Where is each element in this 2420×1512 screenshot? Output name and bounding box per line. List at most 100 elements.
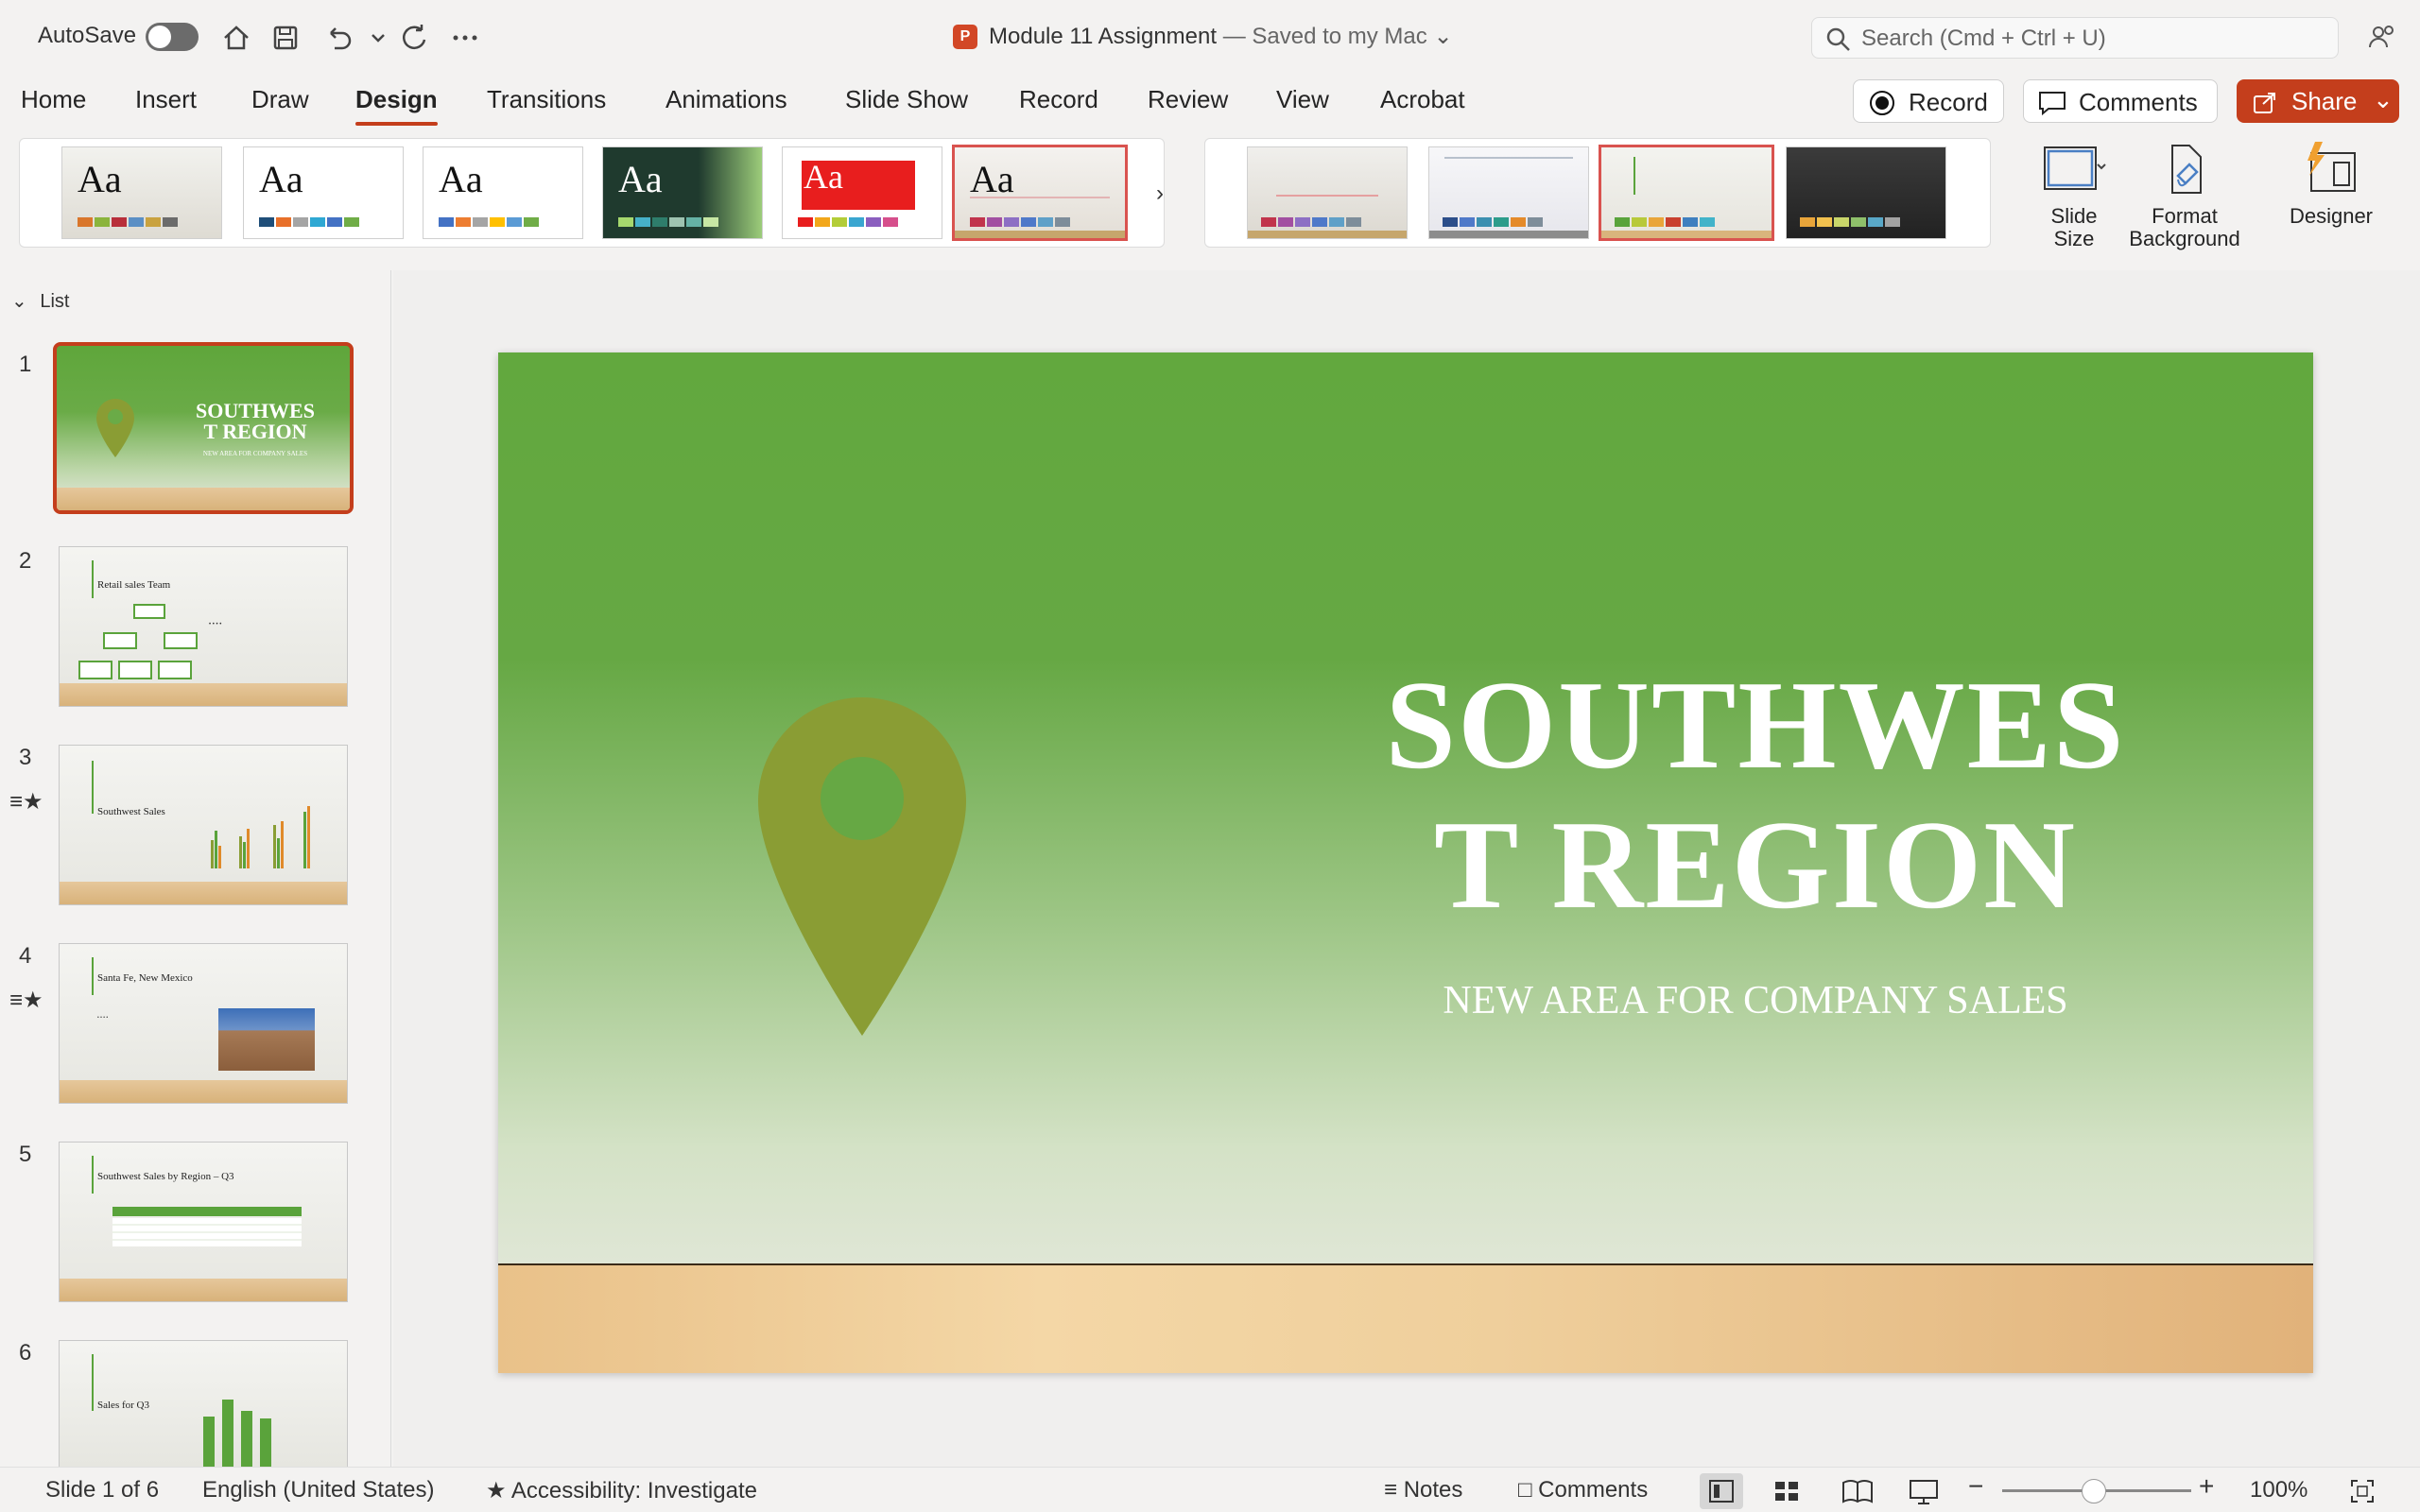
search-placeholder: Search (Cmd + Ctrl + U) <box>1861 26 2106 51</box>
chevron-down-icon: ⌄ <box>1433 24 1453 49</box>
location-pin-icon[interactable] <box>755 695 969 1039</box>
slide-thumbnail-5[interactable]: Southwest Sales by Region – Q3 <box>59 1142 348 1302</box>
format-background-icon <box>2171 145 2202 194</box>
theme-thumbnail[interactable]: Aa <box>243 146 404 239</box>
theme-thumbnail[interactable]: Aa <box>782 146 942 239</box>
fit-to-window-icon[interactable] <box>2348 1477 2377 1505</box>
share-button[interactable]: Share ⌄ <box>2237 79 2399 123</box>
slide-sorter-icon <box>1775 1482 1798 1501</box>
normal-view-button[interactable] <box>1700 1473 1743 1509</box>
search-box[interactable]: Search (Cmd + Ctrl + U) <box>1811 17 2339 59</box>
record-button[interactable]: Record <box>1853 79 2004 123</box>
slide-thumbnail-1[interactable]: SOUTHWES T REGION NEW AREA FOR COMPANY S… <box>53 342 354 514</box>
language-status[interactable]: English (United States) <box>202 1477 434 1503</box>
slide-thumbnail-6[interactable]: Sales for Q3 <box>59 1340 348 1467</box>
chevron-right-icon[interactable]: › <box>1156 180 1164 207</box>
tab-record[interactable]: Record <box>1019 85 1098 114</box>
theme-label: Aa <box>439 158 483 200</box>
thumb-title: Retail sales Team <box>97 579 171 591</box>
status-comments-button[interactable]: □ Comments <box>1518 1477 1648 1503</box>
tab-review[interactable]: Review <box>1148 85 1228 114</box>
thumb-title: Southwest Sales <box>97 806 165 817</box>
variant-thumbnail-selected[interactable] <box>1599 145 1774 241</box>
home-icon[interactable] <box>217 19 255 57</box>
document-name: Module 11 Assignment <box>989 24 1218 49</box>
theme-label: Aa <box>259 158 303 200</box>
design-ribbon: Aa Aa Aa Aa Aa Aa › Slide Size Format Ba… <box>0 138 2420 270</box>
reading-view-button[interactable] <box>1836 1473 1879 1509</box>
slide-sorter-button[interactable] <box>1766 1473 1809 1509</box>
accessibility-icon: ★ <box>486 1478 507 1503</box>
slide-title-line-1: SOUTHWES <box>1385 655 2126 795</box>
record-label: Record <box>1909 88 1988 116</box>
slide-subtitle[interactable]: NEW AREA FOR COMPANY SALES <box>1311 978 2200 1023</box>
status-comments-label: Comments <box>1538 1477 1649 1503</box>
tab-draw[interactable]: Draw <box>251 85 309 114</box>
designer-button[interactable]: Designer <box>2278 138 2384 228</box>
more-icon[interactable] <box>446 19 484 57</box>
slide-thumbnail-3[interactable]: Southwest Sales <box>59 745 348 905</box>
autosave-label: AutoSave <box>38 23 137 48</box>
slide-size-button[interactable]: Slide Size <box>2031 138 2118 250</box>
theme-thumbnail-selected[interactable]: Aa <box>952 145 1128 241</box>
tab-acrobat[interactable]: Acrobat <box>1380 85 1465 114</box>
undo-icon[interactable] <box>320 19 357 57</box>
slide-number: 2 <box>19 548 32 574</box>
accessibility-label: Accessibility: Investigate <box>510 1478 757 1503</box>
zoom-in-button[interactable]: + <box>2199 1471 2214 1502</box>
format-background-button[interactable]: Format Background <box>2123 138 2246 250</box>
autosave-toggle[interactable] <box>146 23 199 51</box>
comment-icon: □ <box>1518 1477 1532 1503</box>
theme-label: Aa <box>618 158 663 200</box>
comments-button[interactable]: Comments <box>2023 79 2218 123</box>
accessibility-status[interactable]: ★ Accessibility: Investigate <box>486 1477 757 1504</box>
photo-thumbnail <box>218 1008 315 1071</box>
status-bar: Slide 1 of 6 English (United States) ★ A… <box>0 1467 2420 1512</box>
tab-transitions[interactable]: Transitions <box>487 85 606 114</box>
animation-star-icon: ≡★ <box>9 988 43 1013</box>
theme-thumbnail[interactable]: Aa <box>61 146 222 239</box>
record-dot-icon <box>1870 91 1894 115</box>
thumb-title: Sales for Q3 <box>97 1400 149 1411</box>
title-bar: AutoSave P Module 11 Assignment — Saved … <box>0 0 2420 76</box>
zoom-level[interactable]: 100% <box>2250 1477 2308 1503</box>
slide-title-line-2: T REGION <box>1434 795 2077 935</box>
thumb-title: Santa Fe, New Mexico <box>97 972 193 984</box>
chart-thumbnail <box>203 1400 271 1467</box>
theme-thumbnail[interactable]: Aa <box>423 146 583 239</box>
chart-thumbnail <box>211 806 310 868</box>
redo-icon[interactable] <box>395 19 433 57</box>
notes-icon: ≡ <box>1384 1477 1398 1503</box>
slide-size-label-2: Size <box>2053 227 2095 250</box>
slide-title[interactable]: SOUTHWES T REGION <box>1311 655 2200 935</box>
tab-view[interactable]: View <box>1276 85 1329 114</box>
slide-thumbnail-2[interactable]: Retail sales Team • • • • <box>59 546 348 707</box>
zoom-slider-handle[interactable] <box>2082 1479 2106 1503</box>
zoom-out-button[interactable]: − <box>1968 1471 1983 1502</box>
pane-header[interactable]: ⌄ List <box>11 289 69 313</box>
designer-label: Designer <box>2289 204 2374 228</box>
notes-button[interactable]: ≡ Notes <box>1384 1477 1462 1503</box>
presenter-view-button[interactable] <box>1902 1473 1945 1509</box>
current-slide[interactable]: SOUTHWES T REGION NEW AREA FOR COMPANY S… <box>498 352 2313 1373</box>
tab-insert[interactable]: Insert <box>135 85 197 114</box>
variants-gallery <box>1204 138 1991 248</box>
save-icon[interactable] <box>267 19 304 57</box>
undo-dropdown-icon[interactable] <box>359 19 397 57</box>
tab-slide-show[interactable]: Slide Show <box>845 85 968 114</box>
variant-thumbnail[interactable] <box>1428 146 1589 239</box>
comments-label: Comments <box>2079 88 2198 116</box>
variant-thumbnail[interactable] <box>1247 146 1408 239</box>
tab-home[interactable]: Home <box>21 85 86 114</box>
tab-design[interactable]: Design <box>355 85 438 126</box>
document-title[interactable]: Module 11 Assignment — Saved to my Mac ⌄ <box>989 23 1453 50</box>
theme-thumbnail[interactable]: Aa <box>602 146 763 239</box>
slide-number: 4 <box>19 943 32 969</box>
variant-thumbnail[interactable] <box>1786 146 1946 239</box>
tab-animations[interactable]: Animations <box>666 85 787 114</box>
slide-thumbnail-4[interactable]: Santa Fe, New Mexico • • • • <box>59 943 348 1104</box>
slide-number: 5 <box>19 1142 32 1167</box>
collaborators-icon[interactable] <box>2363 19 2401 57</box>
theme-label: Aa <box>804 158 843 196</box>
slide-size-label-1: Slide <box>2050 204 2098 228</box>
